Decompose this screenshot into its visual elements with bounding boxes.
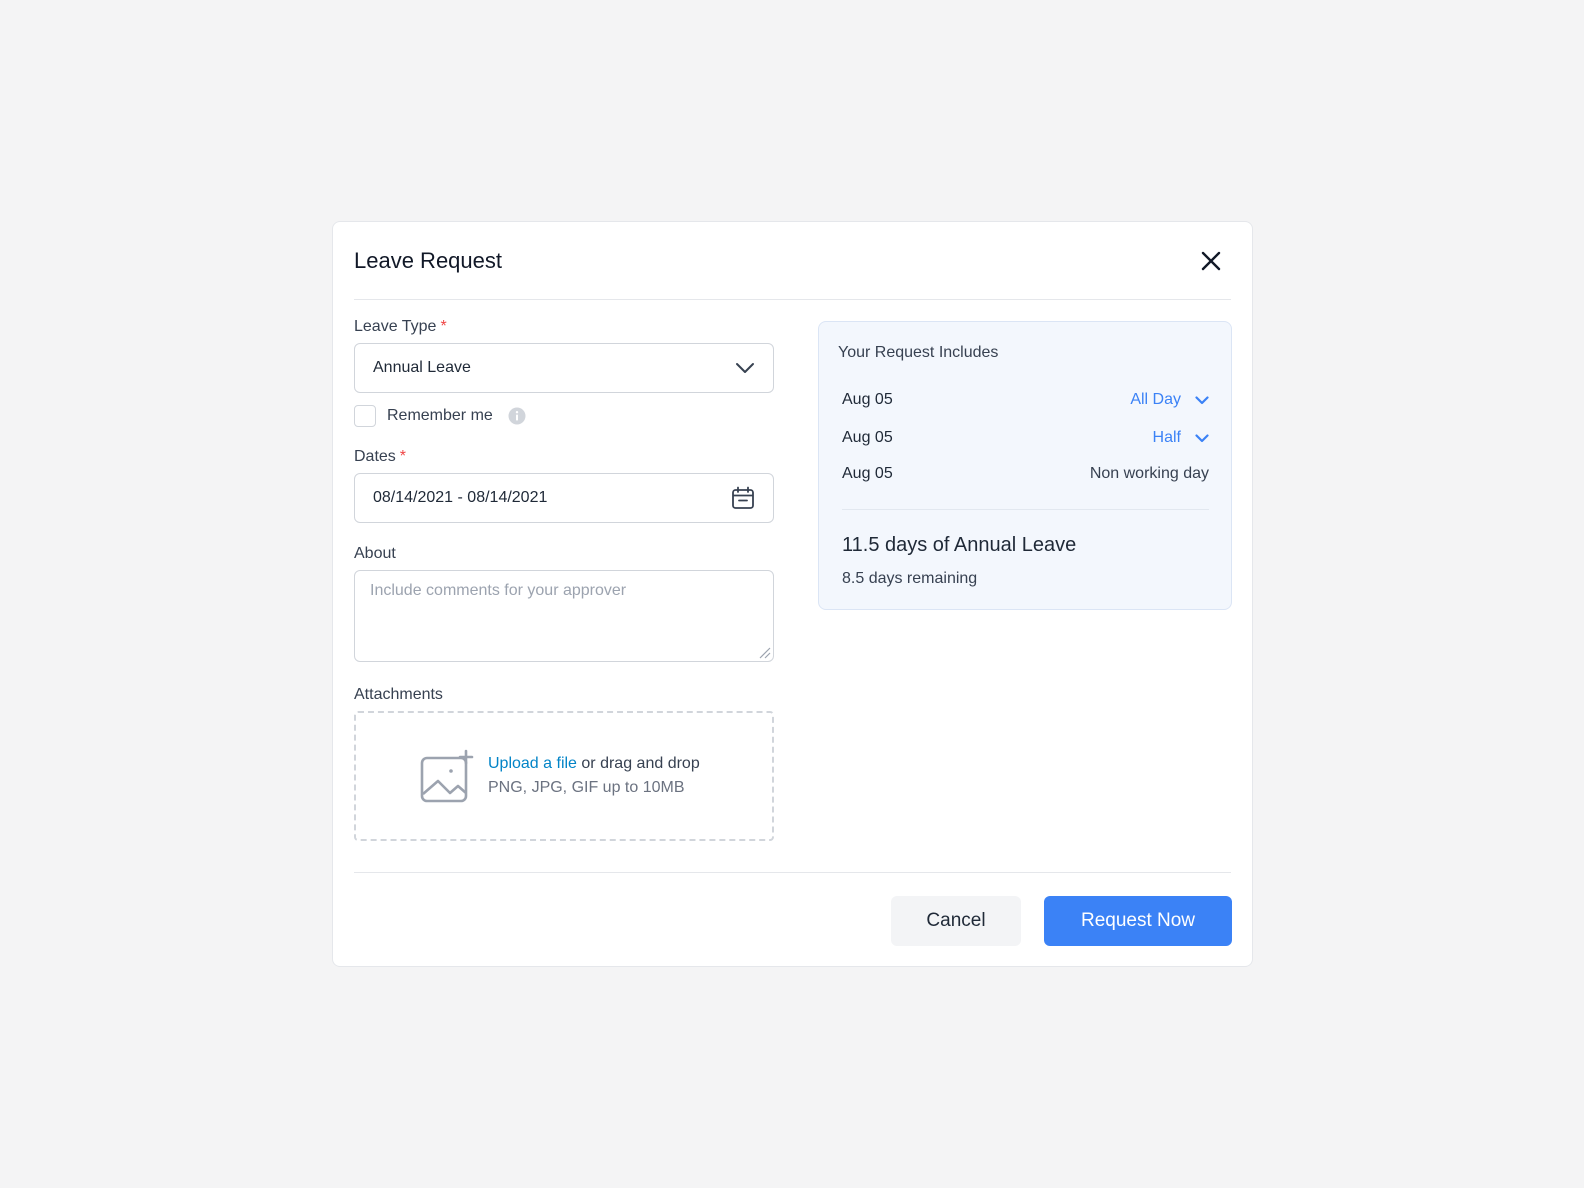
about-placeholder: Include comments for your approver [370,582,627,599]
remember-me-label[interactable]: Remember me [387,407,493,425]
resize-grip-icon[interactable] [757,645,771,659]
remember-me-row: Remember me [354,405,774,427]
leave-type-select[interactable]: Annual Leave [354,343,774,393]
leave-type-field: Leave Type * Annual Leave [354,318,774,393]
about-textarea[interactable]: Include comments for your approver [354,570,774,662]
calendar-icon[interactable] [731,486,755,510]
leave-request-modal: Leave Request Leave Type * Annual Leave R… [332,221,1253,967]
attachments-field: Attachments Upload a file or drag and dr… [354,686,774,841]
dates-field: Dates * 08/14/2021 - 08/14/2021 [354,448,774,523]
leave-type-value: Annual Leave [373,359,471,376]
day-duration-select[interactable]: All Day [1130,391,1209,409]
day-row: Aug 05 Half [842,426,1209,450]
footer-divider [354,872,1231,873]
file-dropzone[interactable]: Upload a file or drag and drop PNG, JPG,… [354,711,774,841]
required-mark: * [399,448,407,465]
date-range-value: 08/14/2021 - 08/14/2021 [373,489,548,506]
image-add-icon [420,749,474,803]
dropzone-instructions: Upload a file or drag and drop [488,755,700,773]
required-mark: * [440,318,447,335]
day-date: Aug 05 [842,429,893,446]
request-summary-panel: Your Request Includes Aug 05 All Day Aug… [818,321,1232,610]
dropzone-text: Upload a file or drag and drop PNG, JPG,… [488,755,700,797]
cancel-button[interactable]: Cancel [891,896,1021,946]
about-field: About Include comments for your approver [354,545,774,662]
modal-title: Leave Request [354,247,502,273]
request-form: Leave Type * Annual Leave Remember me Da… [354,318,774,841]
date-range-input[interactable]: 08/14/2021 - 08/14/2021 [354,473,774,523]
upload-file-link[interactable]: Upload a file [488,755,577,772]
day-duration-select[interactable]: Half [1153,429,1209,447]
summary-title: Your Request Includes [838,344,999,361]
day-duration-value: All Day [1130,391,1181,408]
about-label: About [354,545,396,562]
day-status: Non working day [1089,465,1209,482]
modal-header: Leave Request [354,222,1231,300]
leave-type-label: Leave Type * [354,318,447,335]
dates-label: Dates * [354,448,407,465]
drag-drop-text: or drag and drop [581,755,700,772]
chevron-down-icon [1195,433,1209,443]
request-now-button[interactable]: Request Now [1044,896,1232,946]
close-button[interactable] [1197,247,1225,275]
file-type-hint: PNG, JPG, GIF up to 10MB [488,779,685,796]
chevron-down-icon [736,363,754,373]
day-duration-value: Half [1152,429,1181,446]
close-icon [1201,251,1221,270]
summary-divider [842,509,1209,510]
attachments-label: Attachments [354,686,443,703]
day-row: Aug 05 Non working day [842,462,1209,486]
day-row: Aug 05 All Day [842,388,1209,412]
remember-me-checkbox[interactable] [354,405,376,427]
info-icon[interactable] [508,407,526,425]
leave-total: 11.5 days of Annual Leave [842,534,1077,556]
chevron-down-icon [1195,395,1209,405]
leave-remaining: 8.5 days remaining [842,570,978,587]
day-date: Aug 05 [842,391,893,408]
day-date: Aug 05 [842,465,893,482]
